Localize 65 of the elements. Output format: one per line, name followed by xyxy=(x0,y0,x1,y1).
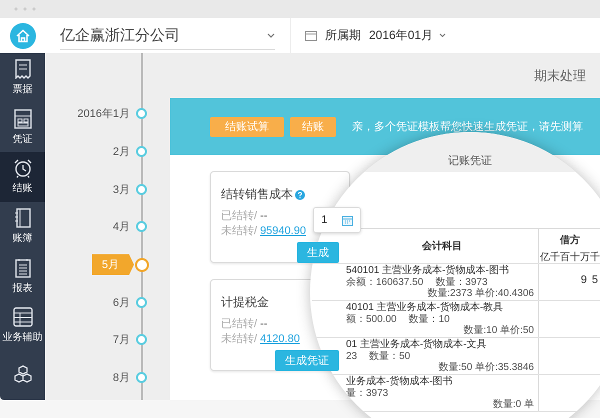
digit-header: 十 xyxy=(570,250,580,264)
digit-header: 百 xyxy=(560,251,570,264)
status-label: 未结转/ xyxy=(221,224,258,239)
unit-price-text: 数量:2373 单价:40.4306 xyxy=(427,288,535,300)
chevron-down-icon xyxy=(439,33,446,38)
home-icon[interactable] xyxy=(10,22,36,48)
month-label[interactable]: 6月 xyxy=(112,294,130,310)
company-select[interactable]: 亿企赢浙江分公司 xyxy=(60,22,275,50)
month-label[interactable]: 8月 xyxy=(112,370,130,386)
column-header: 借方 xyxy=(560,233,580,247)
sidebar-item[interactable]: 票据 xyxy=(0,53,45,103)
calendar-icon xyxy=(342,214,353,226)
status-value: -- xyxy=(260,317,268,332)
balance-text: 余额：160637.50 xyxy=(346,276,424,288)
quantity-text: 数量：3973 xyxy=(435,276,488,288)
voucher-title: 记账凭证 xyxy=(448,154,492,168)
balance-text: 23 xyxy=(346,350,358,362)
account-subject: 40101 主营业务成本-货物成本-教具 xyxy=(346,302,504,314)
month-label[interactable]: 2月 xyxy=(112,144,130,160)
report-icon xyxy=(14,258,32,278)
account-subject: 业务成本-货物成本-图书 xyxy=(346,376,454,388)
table-icon xyxy=(12,307,32,328)
month-label[interactable]: 3月 xyxy=(112,182,130,197)
balance-text: 额：500.00 xyxy=(346,314,397,325)
account-subject: 01 主营业务成本-货物成本-文具 xyxy=(346,339,488,350)
sidebar-item[interactable]: 凭证 xyxy=(0,102,45,152)
card-title: 计提税金 xyxy=(221,294,269,311)
status-label: 未结转/ xyxy=(221,332,258,347)
quantity-text: 数量：10 xyxy=(408,314,450,325)
chevron-down-icon xyxy=(267,32,275,38)
banner-message: 亲，多个凭证模板帮您快速生成凭证，请先测算 xyxy=(352,120,583,134)
calendar-icon xyxy=(305,30,317,41)
debit-amount: 9 5 xyxy=(580,274,600,286)
month-label[interactable]: 7月 xyxy=(112,332,130,348)
sidebar-item[interactable]: 报表 xyxy=(0,251,45,301)
unit-price-text: 数量:0 单 xyxy=(492,399,535,410)
notebook-icon xyxy=(14,208,32,228)
sidebar-item[interactable]: 结账 xyxy=(0,152,45,202)
help-icon[interactable] xyxy=(295,190,305,200)
date-field[interactable]: 1 xyxy=(313,207,361,233)
digit-header: 千 xyxy=(590,250,600,264)
quantity-text: 量：3973 xyxy=(346,388,388,399)
quantity-text: 数量：50 xyxy=(369,350,410,362)
sidebar-item[interactable]: 账簿 xyxy=(0,202,45,252)
status-value: -- xyxy=(260,209,268,224)
voucher-icon xyxy=(14,108,32,129)
period-label: 所属期 xyxy=(325,27,361,44)
month-label[interactable]: 4月 xyxy=(112,219,130,234)
receipt-icon xyxy=(14,59,32,80)
digit-header: 千 xyxy=(550,250,560,264)
alarm-clock-icon xyxy=(12,158,32,178)
digit-header: 亿 xyxy=(540,251,550,264)
period-select[interactable]: 2016年01月 xyxy=(369,27,446,44)
month-label[interactable]: 2016年1月 xyxy=(77,106,130,122)
column-header: 会计科目 xyxy=(422,240,462,253)
status-label: 已结转/ xyxy=(221,317,258,332)
page-title: 期末处理 xyxy=(534,66,586,84)
digit-header: 万 xyxy=(580,251,590,264)
unit-price-text: 数量:50 单价:35.3846 xyxy=(438,362,535,374)
status-label: 已结转/ xyxy=(221,209,258,224)
account-subject: 540101 主营业务成本-货物成本-图书 xyxy=(346,265,510,276)
unit-price-text: 数量:10 单价:50 xyxy=(463,325,535,336)
sidebar-item[interactable]: 业务辅助 xyxy=(0,300,45,350)
cubes-icon xyxy=(12,365,32,386)
card-title: 结转销售成本 xyxy=(221,186,293,203)
